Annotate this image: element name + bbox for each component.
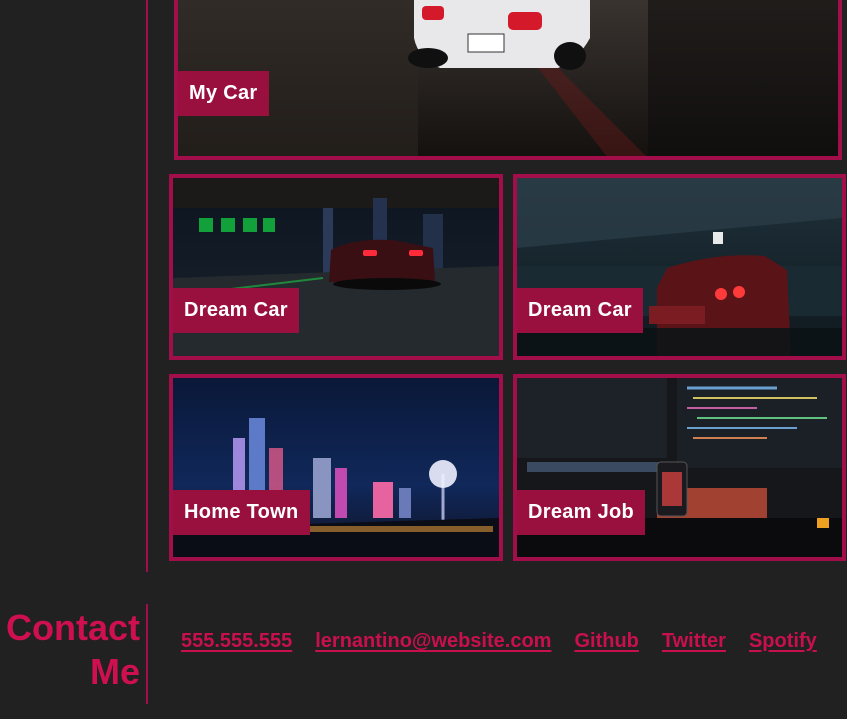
project-card-dream-car-garage[interactable]: Dream Car <box>513 174 846 360</box>
project-card-dream-car-highway[interactable]: Dream Car <box>169 174 503 360</box>
car-night-image <box>178 0 838 156</box>
phone-link[interactable]: 555.555.555 <box>181 630 292 653</box>
email-link[interactable]: lernantino@website.com <box>315 630 551 653</box>
card-label: My Car <box>178 71 269 116</box>
project-card-my-car[interactable]: My Car <box>174 0 842 160</box>
contact-divider <box>146 604 148 704</box>
contact-links: 555.555.555 lernantino@website.com Githu… <box>181 630 817 653</box>
card-label: Dream Car <box>517 288 643 333</box>
card-label: Dream Car <box>173 288 299 333</box>
project-card-home-town[interactable]: Home Town <box>169 374 503 561</box>
contact-heading: Contact Me <box>0 606 140 694</box>
twitter-link[interactable]: Twitter <box>662 630 726 653</box>
contact-heading-line2: Me <box>89 651 140 692</box>
left-column-divider <box>146 0 148 572</box>
card-label: Dream Job <box>517 490 646 535</box>
project-card-dream-job[interactable]: Dream Job <box>513 374 846 561</box>
card-label: Home Town <box>173 490 310 535</box>
spotify-link[interactable]: Spotify <box>749 630 817 653</box>
portfolio-page: My Car Dream Car Dream Car Home Town Dre… <box>0 0 847 719</box>
contact-heading-line1: Contact <box>6 607 140 648</box>
github-link[interactable]: Github <box>574 630 638 653</box>
